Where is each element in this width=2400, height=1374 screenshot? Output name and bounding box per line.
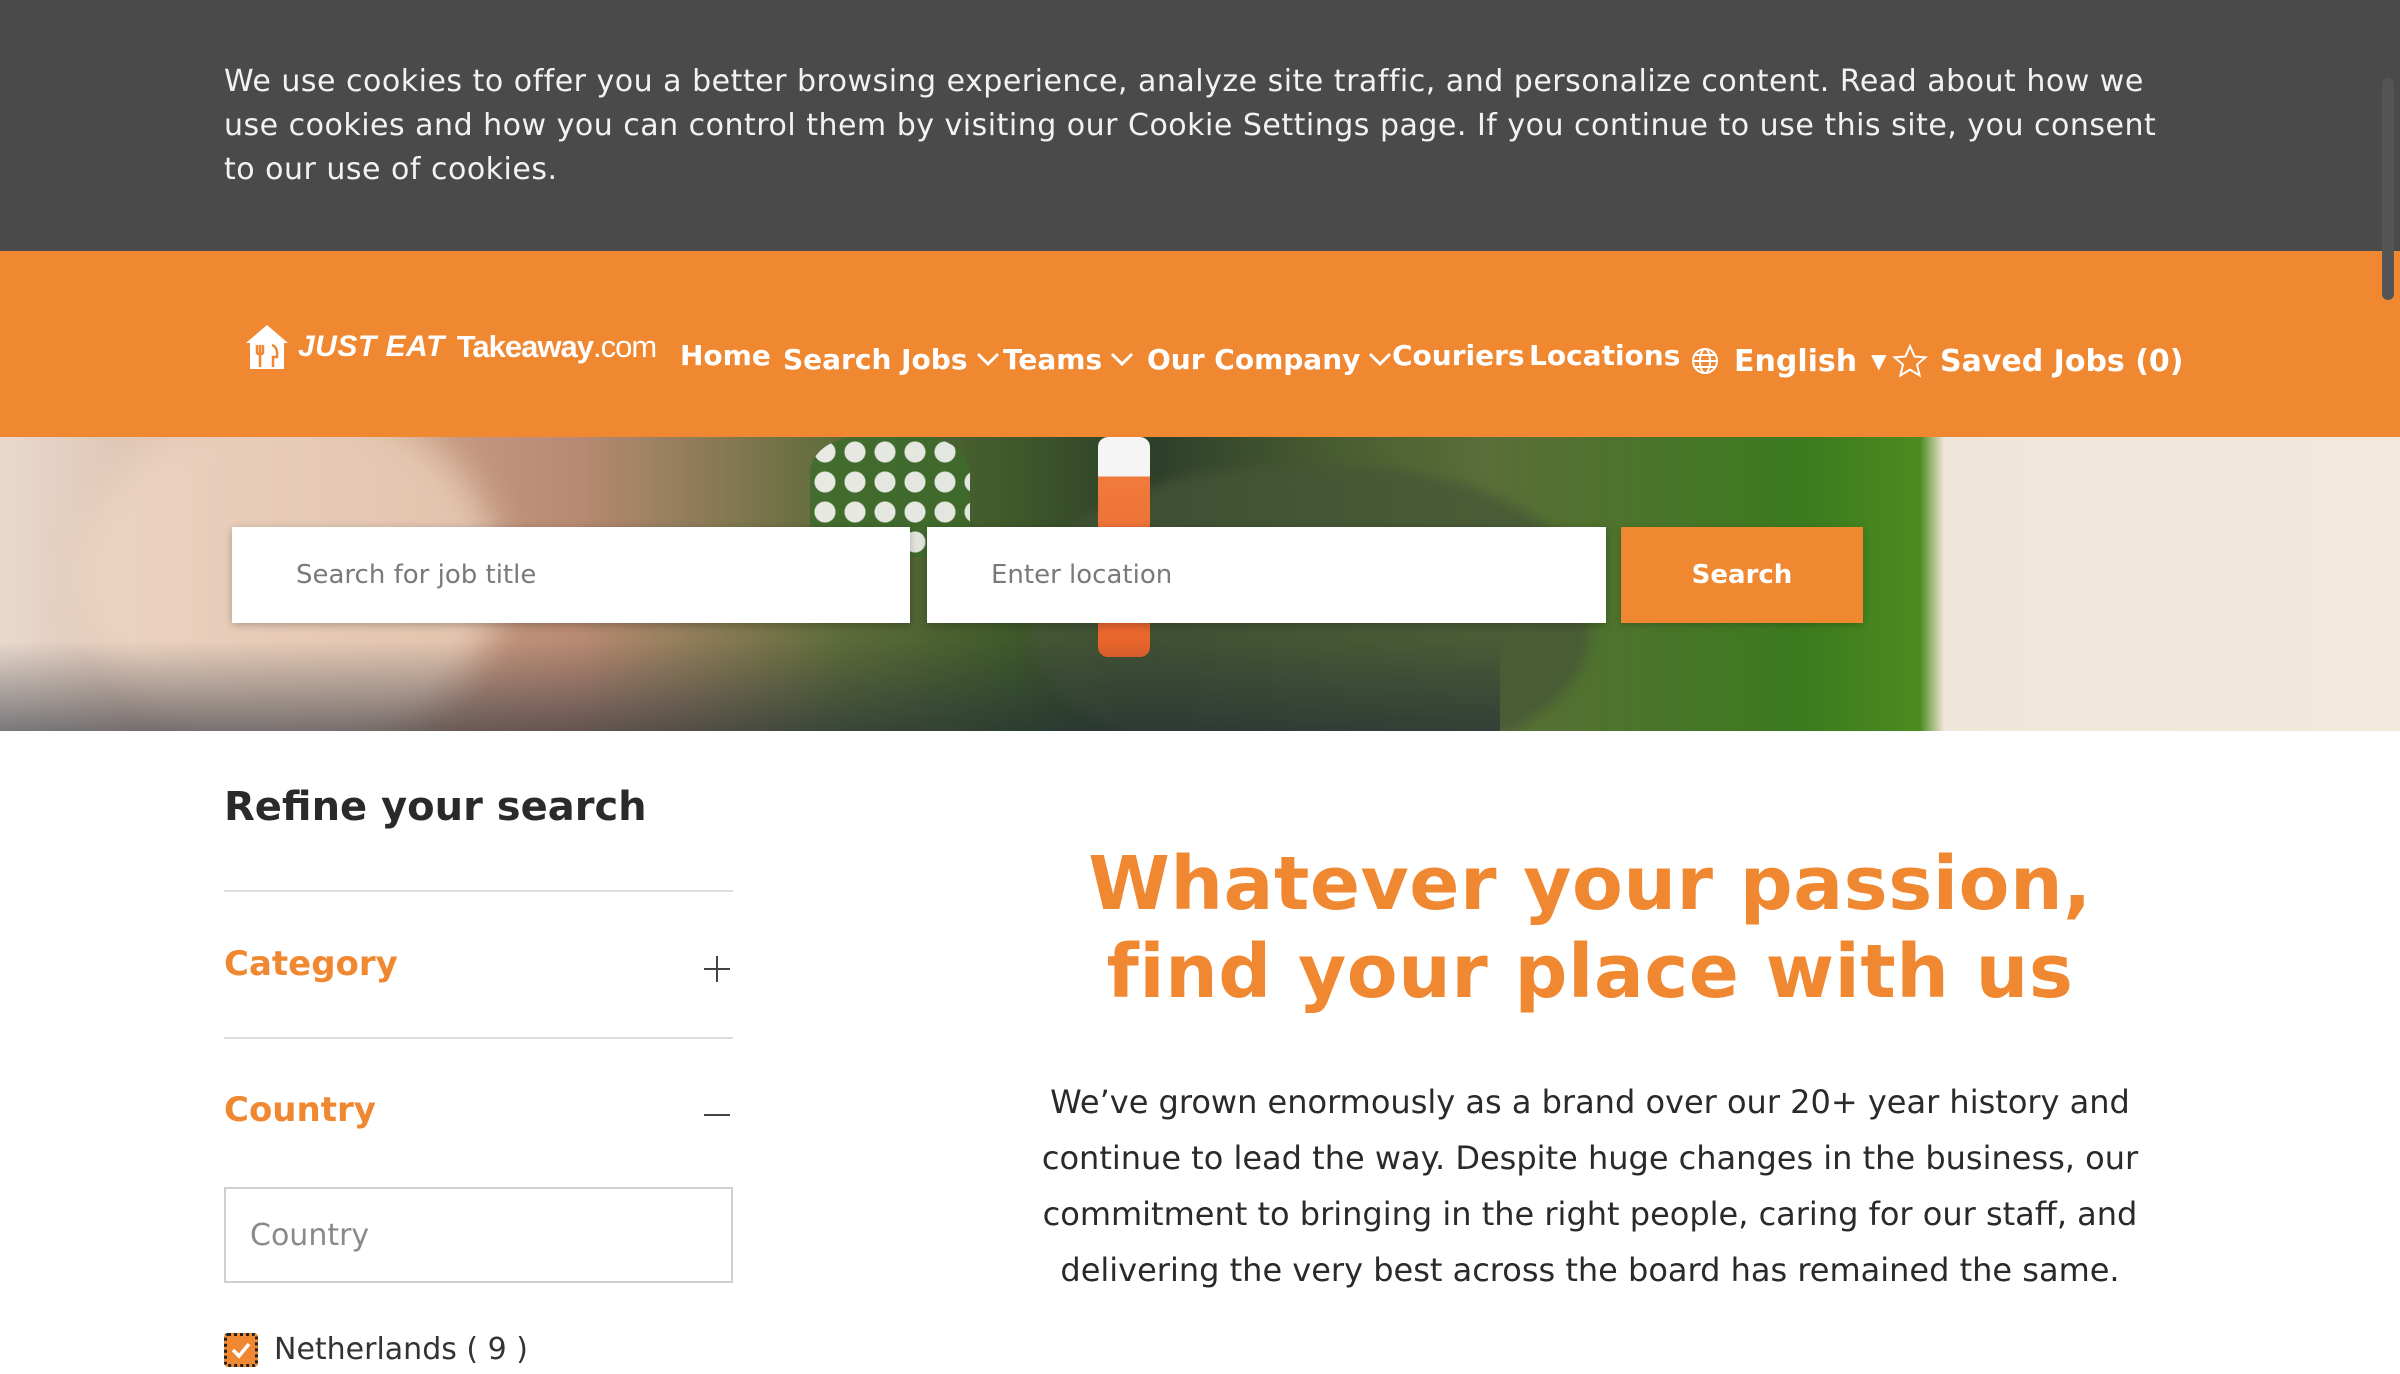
site-logo[interactable]: JUST EAT Takeaway .com [244,323,657,371]
chevron-down-icon [1111,352,1134,367]
facet-country-label[interactable]: Country [224,1090,376,1130]
facet-divider [224,1037,733,1039]
language-selector[interactable]: English ▼ [1690,341,1887,381]
page-headline: Whatever your passion, find your place w… [960,840,2220,1016]
facet-divider [224,890,733,892]
checkmark-icon [231,1342,251,1359]
nav-couriers[interactable]: Couriers [1392,335,1525,375]
country-filter-input[interactable] [224,1187,733,1283]
logo-name: Takeaway [456,329,594,364]
facet-category-label[interactable]: Category [224,944,398,984]
nav-home[interactable]: Home [680,335,771,375]
language-label: English [1734,343,1858,379]
star-icon [1892,343,1928,378]
headline-line-1: Whatever your passion, [1088,841,2092,927]
plus-icon[interactable] [702,954,732,984]
nav-teams[interactable]: Teams [1003,339,1134,379]
cookie-banner: We use cookies to offer you a better bro… [0,0,2400,251]
checkbox[interactable] [224,1332,258,1367]
nav-our-company-label: Our Company [1147,342,1361,376]
logo-brand: JUST EAT [298,330,445,363]
cookie-banner-text: We use cookies to offer you a better bro… [224,64,2157,187]
caret-down-icon: ▼ [1871,349,1887,373]
logo-house-icon [246,325,288,369]
minus-icon[interactable] [702,1100,732,1130]
site-header: JUST EAT Takeaway .com Home Search Jobs T… [0,251,2400,437]
chevron-down-icon [976,352,999,367]
headline-line-2: find your place with us [1106,929,2074,1015]
saved-jobs-link[interactable]: Saved Jobs (0) [1892,341,2184,381]
intro-paragraph: We’ve grown enormously as a brand over o… [1041,1083,2139,1289]
nav-search-jobs-label: Search Jobs [783,342,968,376]
country-option-label: Netherlands ( 9 ) [274,1332,528,1367]
job-title-search-input[interactable] [232,527,910,623]
saved-jobs-label: Saved Jobs (0) [1940,343,2184,379]
location-search-input[interactable] [927,527,1606,623]
nav-locations[interactable]: Locations [1529,335,1680,375]
globe-icon [1692,348,1718,374]
refine-search-heading: Refine your search [224,784,647,830]
search-button[interactable]: Search [1621,527,1863,623]
scrollbar-thumb[interactable] [2382,78,2394,300]
nav-our-company[interactable]: Our Company [1147,339,1392,379]
logo-suffix: .com [593,329,657,364]
page-scrollbar[interactable] [2376,0,2400,1374]
country-option-netherlands[interactable]: Netherlands ( 9 ) [224,1332,528,1367]
nav-teams-label: Teams [1003,342,1103,376]
chevron-down-icon [1369,352,1392,367]
nav-search-jobs[interactable]: Search Jobs [783,339,1000,379]
hero-photo-table [0,641,1500,731]
